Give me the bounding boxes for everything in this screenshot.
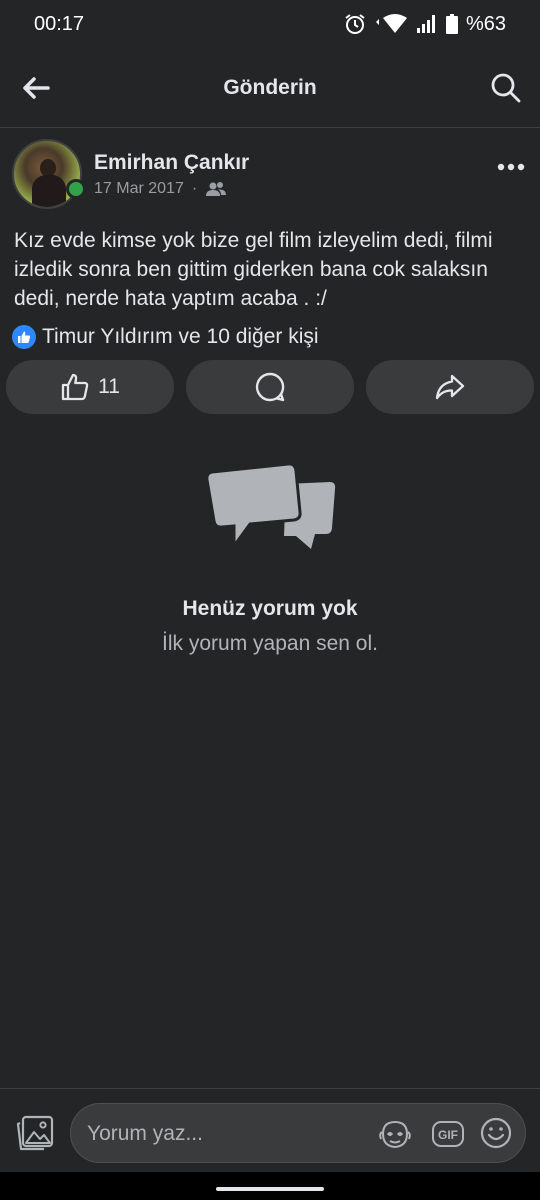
comment-composer: GIF <box>0 1088 540 1172</box>
comment-input[interactable] <box>87 1118 357 1150</box>
status-icons: %63 <box>344 13 506 36</box>
empty-state-subtitle: İlk yorum yapan sen ol. <box>162 632 378 655</box>
wifi-icon <box>375 14 407 33</box>
thumbs-up-icon <box>61 373 89 401</box>
status-bar: 00:17 %63 <box>0 0 540 48</box>
avatar <box>12 139 82 209</box>
top-navigation: Gönderin <box>0 48 540 128</box>
home-handle[interactable] <box>216 1187 324 1191</box>
avatar-sticker-icon[interactable] <box>377 1118 413 1150</box>
post-meta: 17 Mar 2017 · <box>94 180 227 198</box>
more-options-icon[interactable] <box>496 154 526 180</box>
speech-bubbles-icon <box>205 462 336 551</box>
empty-state-title: Henüz yorum yok <box>182 597 358 620</box>
post-date[interactable]: 17 Mar 2017 <box>94 180 184 198</box>
meta-separator: · <box>191 180 198 197</box>
like-reaction-icon <box>12 325 36 349</box>
alarm-icon <box>345 14 365 34</box>
gif-icon: GIF <box>432 1121 464 1147</box>
share-arrow-icon <box>435 374 465 400</box>
gif-button[interactable]: GIF <box>431 1118 465 1150</box>
like-button[interactable]: 11 <box>6 360 174 414</box>
photo-gallery-icon[interactable] <box>16 1115 54 1151</box>
online-status-dot <box>66 179 86 199</box>
post-actions: 11 <box>6 360 534 414</box>
status-time: 00:17 <box>34 12 85 35</box>
comment-input-container[interactable]: GIF <box>70 1103 526 1163</box>
post-text: Kız evde kimse yok bize gel film izleyel… <box>14 229 493 310</box>
reactions-text: Timur Yıldırım ve 10 diğer kişi <box>42 325 319 348</box>
comment-button[interactable] <box>186 360 354 414</box>
page-title: Gönderin <box>223 76 317 99</box>
reactions-summary[interactable]: Timur Yıldırım ve 10 diğer kişi <box>12 325 319 349</box>
like-count: 11 <box>98 375 120 398</box>
search-icon[interactable] <box>488 70 524 106</box>
signal-icon <box>416 15 435 33</box>
comment-bubble-icon <box>255 372 285 402</box>
friends-icon <box>206 182 227 196</box>
battery-level: %63 <box>465 12 506 35</box>
battery-icon <box>445 14 458 34</box>
system-navigation-bar <box>0 1172 540 1200</box>
author-avatar[interactable] <box>12 139 86 209</box>
share-button[interactable] <box>366 360 534 414</box>
post-author-name[interactable]: Emirhan Çankır <box>94 151 249 175</box>
gif-label: GIF <box>438 1128 458 1142</box>
emoji-icon[interactable] <box>479 1116 513 1150</box>
